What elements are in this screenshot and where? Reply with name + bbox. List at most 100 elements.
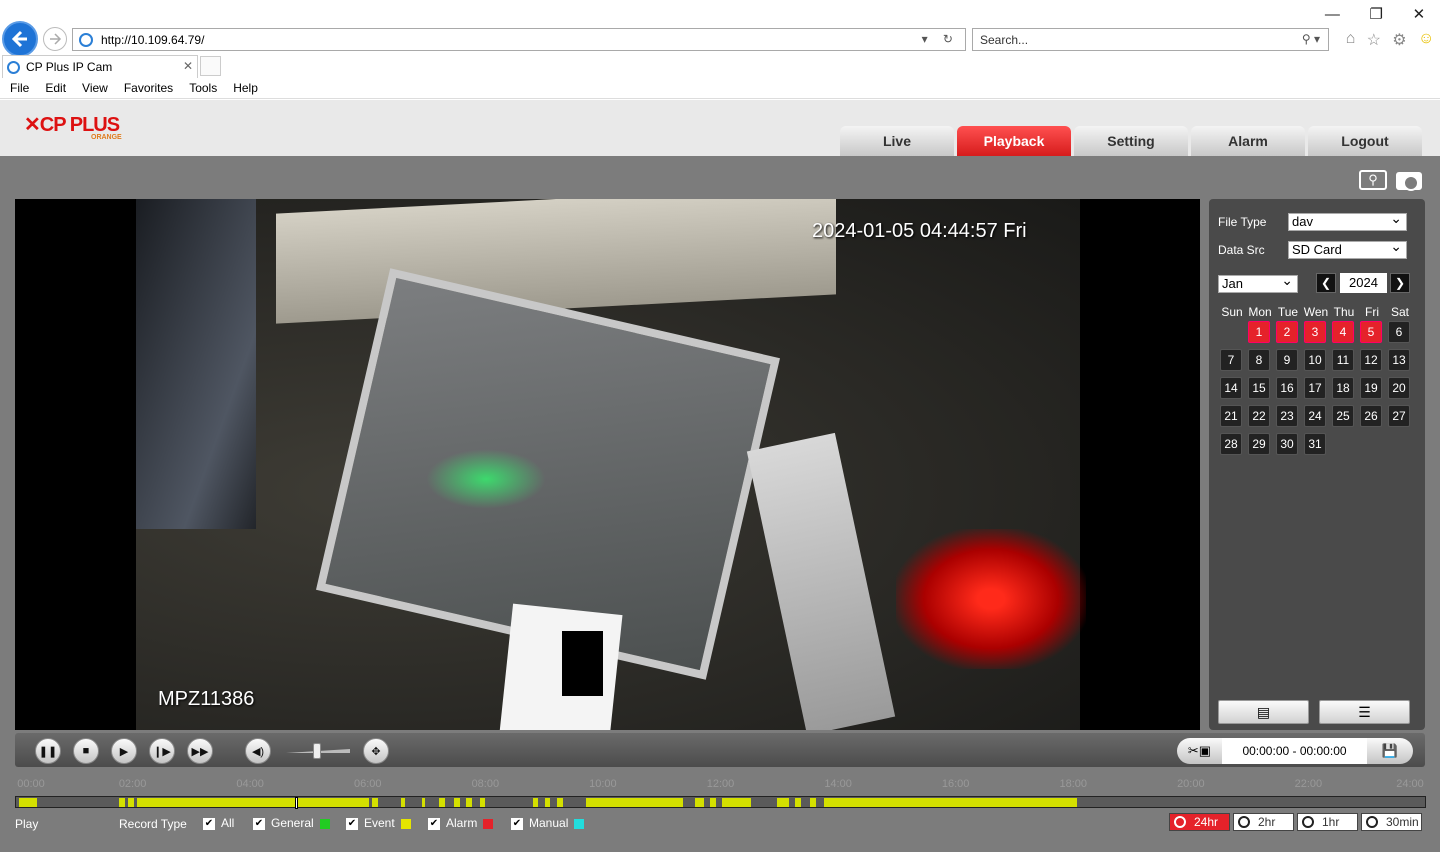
home-icon[interactable]: ⌂ <box>1346 30 1356 50</box>
favorites-star-icon[interactable]: ☆ <box>1367 30 1381 50</box>
calendar-day[interactable]: 26 <box>1360 405 1382 427</box>
filter-event[interactable]: ✔ Event <box>346 816 411 830</box>
snapshot-camera-icon[interactable] <box>1396 172 1422 191</box>
calendar-day[interactable]: 10 <box>1304 349 1326 371</box>
month-select[interactable]: Jan <box>1218 272 1298 293</box>
recording-segment[interactable] <box>465 798 472 807</box>
file-list-button[interactable]: ☰ <box>1319 700 1410 724</box>
minimize-icon[interactable]: — <box>1325 6 1340 23</box>
calendar-day[interactable]: 19 <box>1360 377 1382 399</box>
search-icon[interactable]: ⚲ ▾ <box>1302 32 1320 46</box>
recording-segment[interactable] <box>824 798 1078 807</box>
calendar-day[interactable]: 4 <box>1332 321 1354 343</box>
close-icon[interactable]: ✕ <box>1413 5 1426 23</box>
calendar-day[interactable]: 8 <box>1248 349 1270 371</box>
zoom-30min-button[interactable]: 30min <box>1361 813 1422 831</box>
recording-segment[interactable] <box>439 798 446 807</box>
calendar-day[interactable]: 20 <box>1388 377 1410 399</box>
recording-segment[interactable] <box>721 798 751 807</box>
download-list-button[interactable]: ▤ <box>1218 700 1309 724</box>
step-frame-icon[interactable]: ❙▶ <box>149 738 175 764</box>
address-bar[interactable]: http://10.109.64.79/ ▾ ↻ <box>72 28 966 51</box>
menu-favorites[interactable]: Favorites <box>124 81 173 95</box>
calendar-day[interactable]: 16 <box>1276 377 1298 399</box>
checkbox-manual[interactable]: ✔ <box>511 817 523 830</box>
checkbox-general[interactable]: ✔ <box>253 817 265 830</box>
recording-segment[interactable] <box>794 798 801 807</box>
gear-icon[interactable]: ⚙ <box>1392 30 1406 50</box>
calendar-day[interactable]: 2 <box>1276 321 1298 343</box>
smiley-icon[interactable]: ☺ <box>1418 30 1434 50</box>
volume-slider[interactable] <box>286 743 350 759</box>
stop-icon[interactable]: ■ <box>73 738 99 764</box>
calendar-day[interactable]: 21 <box>1220 405 1242 427</box>
fast-forward-icon[interactable]: ▶▶ <box>187 738 213 764</box>
calendar-day[interactable]: 12 <box>1360 349 1382 371</box>
recording-segment[interactable] <box>371 798 378 807</box>
save-icon[interactable]: 💾 <box>1367 738 1413 764</box>
calendar-day[interactable]: 29 <box>1248 433 1270 455</box>
tab-alarm[interactable]: Alarm <box>1191 126 1305 156</box>
forward-button[interactable] <box>43 27 67 51</box>
recording-segment[interactable] <box>533 798 539 807</box>
calendar-day[interactable]: 24 <box>1304 405 1326 427</box>
recording-segment[interactable] <box>453 798 460 807</box>
recording-segment[interactable] <box>586 798 684 807</box>
zoom-icon[interactable]: ⚲ <box>1359 170 1387 190</box>
recording-segment[interactable] <box>709 798 716 807</box>
calendar-day[interactable]: 9 <box>1276 349 1298 371</box>
recording-segment[interactable] <box>136 798 369 807</box>
file-type-select[interactable]: dav <box>1288 210 1407 231</box>
browser-tab[interactable]: CP Plus IP Cam ✕ <box>2 55 198 78</box>
calendar-day[interactable]: 15 <box>1248 377 1270 399</box>
calendar-day[interactable]: 18 <box>1332 377 1354 399</box>
recording-segment[interactable] <box>545 798 550 807</box>
recording-segment[interactable] <box>809 798 816 807</box>
year-value[interactable]: 2024 <box>1340 273 1387 293</box>
checkbox-alarm[interactable]: ✔ <box>428 817 440 830</box>
calendar-day[interactable]: 23 <box>1276 405 1298 427</box>
restore-icon[interactable]: ❐ <box>1369 5 1382 23</box>
recording-segment[interactable] <box>401 798 406 807</box>
zoom-24hr-button[interactable]: 24hr <box>1169 813 1230 831</box>
volume-knob[interactable] <box>313 743 321 759</box>
filter-manual[interactable]: ✔ Manual <box>511 816 585 830</box>
clip-icon[interactable]: ✂▣ <box>1177 738 1222 764</box>
filter-general[interactable]: ✔ General <box>253 816 330 830</box>
calendar-day[interactable]: 27 <box>1388 405 1410 427</box>
filter-all[interactable]: ✔ All <box>203 816 234 830</box>
tab-logout[interactable]: Logout <box>1308 126 1422 156</box>
zoom-1hr-button[interactable]: 1hr <box>1297 813 1358 831</box>
tab-playback[interactable]: Playback <box>957 126 1071 156</box>
menu-tools[interactable]: Tools <box>189 81 217 95</box>
digital-zoom-icon[interactable]: ✥ <box>363 738 389 764</box>
calendar-day[interactable]: 17 <box>1304 377 1326 399</box>
video-player[interactable]: 2024-01-05 04:44:57 Fri MPZ11386 <box>15 199 1200 730</box>
calendar-day[interactable]: 31 <box>1304 433 1326 455</box>
checkbox-event[interactable]: ✔ <box>346 817 358 830</box>
recording-segment[interactable] <box>480 798 486 807</box>
calendar-day[interactable]: 14 <box>1220 377 1242 399</box>
calendar-day[interactable]: 1 <box>1248 321 1270 343</box>
calendar-day[interactable]: 30 <box>1276 433 1298 455</box>
menu-help[interactable]: Help <box>233 81 258 95</box>
calendar-day[interactable]: 25 <box>1332 405 1354 427</box>
filter-alarm[interactable]: ✔ Alarm <box>428 816 494 830</box>
timeline-cursor[interactable] <box>295 797 299 809</box>
timeline-bar[interactable] <box>15 796 1426 809</box>
refresh-icon[interactable]: ▾ ↻ <box>922 32 959 46</box>
recording-segment[interactable] <box>421 798 425 807</box>
recording-segment[interactable] <box>695 798 704 807</box>
chevron-left-icon[interactable]: ❮ <box>1316 273 1336 293</box>
recording-segment[interactable] <box>127 798 134 807</box>
calendar-day[interactable]: 13 <box>1388 349 1410 371</box>
calendar-day[interactable]: 7 <box>1220 349 1242 371</box>
new-tab-button[interactable] <box>200 56 221 76</box>
chevron-right-icon[interactable]: ❯ <box>1390 273 1410 293</box>
calendar-day[interactable]: 6 <box>1388 321 1410 343</box>
recording-segment[interactable] <box>556 798 563 807</box>
zoom-2hr-button[interactable]: 2hr <box>1233 813 1294 831</box>
recording-segment[interactable] <box>18 798 37 807</box>
menu-file[interactable]: File <box>10 81 29 95</box>
pause-icon[interactable]: ❚❚ <box>35 738 61 764</box>
